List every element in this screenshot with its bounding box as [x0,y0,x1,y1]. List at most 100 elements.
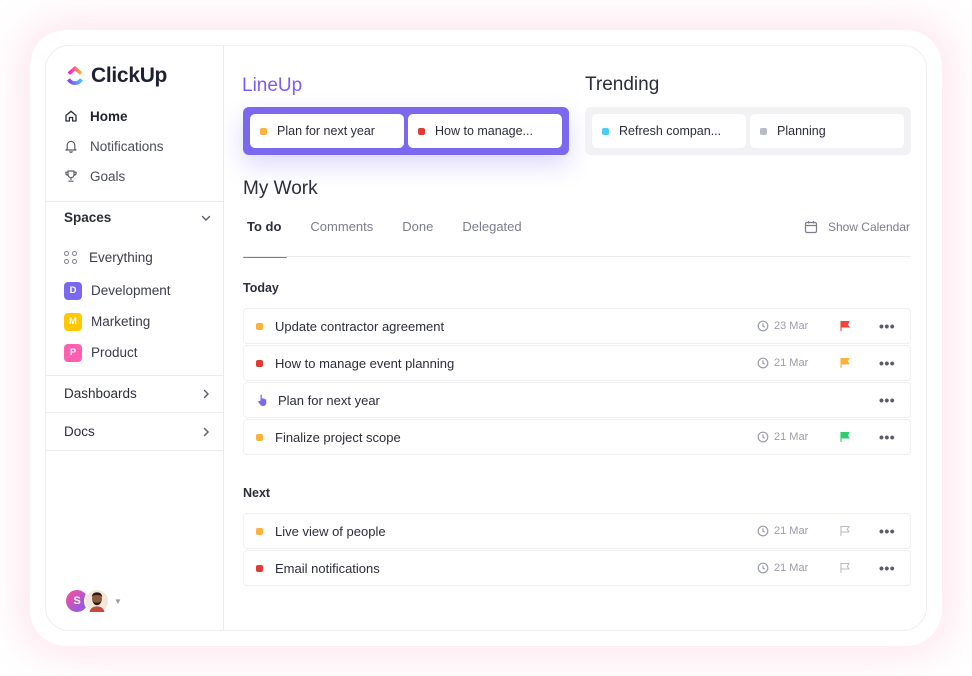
table-row[interactable]: Update contractor agreement 23 Mar ••• [243,308,911,344]
lineup-title: LineUp [242,75,303,96]
priority-flag-icon[interactable] [839,431,851,443]
status-square [256,564,263,572]
person-icon [86,590,108,612]
grid-dots-icon [64,250,78,265]
calendar-icon [804,221,818,234]
space-label-development: Development [91,283,171,298]
trending-item[interactable]: Planning [750,114,904,148]
tab-todo[interactable]: To do [243,220,288,258]
sidebar-divider [46,375,224,376]
lineup-bar: Plan for next year How to manage... [243,107,569,155]
group-label-next: Next [243,486,271,500]
space-item-everything[interactable]: Everything [64,242,214,273]
clock-icon [757,357,769,369]
home-icon [64,109,78,123]
app-name: ClickUp [91,64,168,87]
tab-delegated[interactable]: Delegated [458,220,525,258]
due-date[interactable]: 23 Mar [757,320,808,332]
sidebar-item-docs[interactable]: Docs [64,424,212,439]
main-content: LineUp Trending Plan for next year How t… [224,46,926,630]
priority-flag-icon[interactable] [839,320,851,332]
lineup-item[interactable]: How to manage... [408,114,562,148]
task-list-today: Update contractor agreement 23 Mar ••• H… [243,308,911,456]
space-label-everything: Everything [89,250,153,265]
more-options-icon[interactable]: ••• [879,355,895,371]
due-date[interactable]: 21 Mar [757,357,808,369]
space-badge-marketing: M [64,312,82,331]
app-window: ClickUp Home Notifications Goals Spaces … [45,45,927,631]
space-label-marketing: Marketing [91,314,151,329]
status-square [256,359,263,367]
tab-done[interactable]: Done [398,220,437,258]
group-label-today: Today [243,281,279,295]
due-date-text: 21 Mar [774,431,809,443]
sidebar-divider [46,201,224,202]
more-options-icon[interactable]: ••• [879,560,895,576]
trophy-icon [64,169,78,183]
spaces-label: Spaces [64,210,112,225]
dashboards-label: Dashboards [64,386,137,401]
hand-pointer-icon [258,394,267,406]
spaces-header[interactable]: Spaces [64,210,212,225]
space-badge-product: P [64,343,82,362]
table-row[interactable]: Email notifications 21 Mar ••• [243,550,911,586]
status-square [602,127,609,135]
nav-item-notifications[interactable]: Notifications [64,131,214,161]
trending-bar: Refresh compan... Planning [585,107,911,155]
clickup-logo[interactable]: ClickUp [65,64,167,88]
due-date[interactable]: 21 Mar [757,431,808,443]
avatar-photo[interactable] [84,588,110,614]
space-item-development[interactable]: D Development [64,275,214,306]
trending-item-label: Planning [777,124,826,138]
status-square [418,127,425,135]
due-date-text: 21 Mar [774,562,809,574]
show-calendar-label: Show Calendar [827,220,910,234]
chevron-right-icon [203,389,209,398]
nav-label-home: Home [90,108,128,124]
nav-item-home[interactable]: Home [64,101,214,131]
space-list: Everything D Development M Marketing P P… [64,242,214,368]
clock-icon [757,562,769,574]
clickup-logo-icon [67,66,83,85]
due-date[interactable]: 21 Mar [757,562,808,574]
trending-item[interactable]: Refresh compan... [592,114,746,148]
sidebar-divider [46,412,224,413]
more-options-icon[interactable]: ••• [879,392,895,408]
tab-comments[interactable]: Comments [306,220,377,258]
status-square [256,527,263,535]
task-name: Plan for next year [278,392,380,408]
more-options-icon[interactable]: ••• [879,318,895,334]
table-row[interactable]: Live view of people 21 Mar ••• [243,513,911,549]
lineup-item-label: Plan for next year [277,124,375,138]
table-row[interactable]: How to manage event planning 21 Mar ••• [243,345,911,381]
table-row[interactable]: Plan for next year ••• [243,382,911,418]
lineup-item-label: How to manage... [435,124,533,138]
space-item-marketing[interactable]: M Marketing [64,306,214,337]
status-square [760,127,767,135]
sidebar: ClickUp Home Notifications Goals Spaces … [46,46,224,630]
chevron-down-icon[interactable] [200,212,212,224]
more-options-icon[interactable]: ••• [879,523,895,539]
due-date-text: 21 Mar [774,357,809,369]
flag-outline-icon[interactable] [839,525,851,537]
trending-item-label: Refresh compan... [619,124,722,138]
show-calendar-button[interactable]: Show Calendar [804,220,910,234]
more-options-icon[interactable]: ••• [879,429,895,445]
clock-icon [757,320,769,332]
flag-outline-icon[interactable] [839,562,851,574]
caret-down-icon[interactable]: ▼ [114,597,122,606]
sidebar-divider [46,450,224,451]
bell-icon [64,139,78,153]
due-date[interactable]: 21 Mar [757,525,808,537]
space-item-product[interactable]: P Product [64,337,214,368]
lineup-item[interactable]: Plan for next year [250,114,404,148]
user-avatars[interactable]: S ▼ [64,588,122,614]
clock-icon [757,431,769,443]
sidebar-item-dashboards[interactable]: Dashboards [64,386,212,401]
nav-item-goals[interactable]: Goals [64,161,214,191]
mywork-title: My Work [243,178,318,199]
priority-flag-icon[interactable] [839,357,851,369]
docs-label: Docs [64,424,95,439]
table-row[interactable]: Finalize project scope 21 Mar ••• [243,419,911,455]
space-label-product: Product [91,345,138,360]
